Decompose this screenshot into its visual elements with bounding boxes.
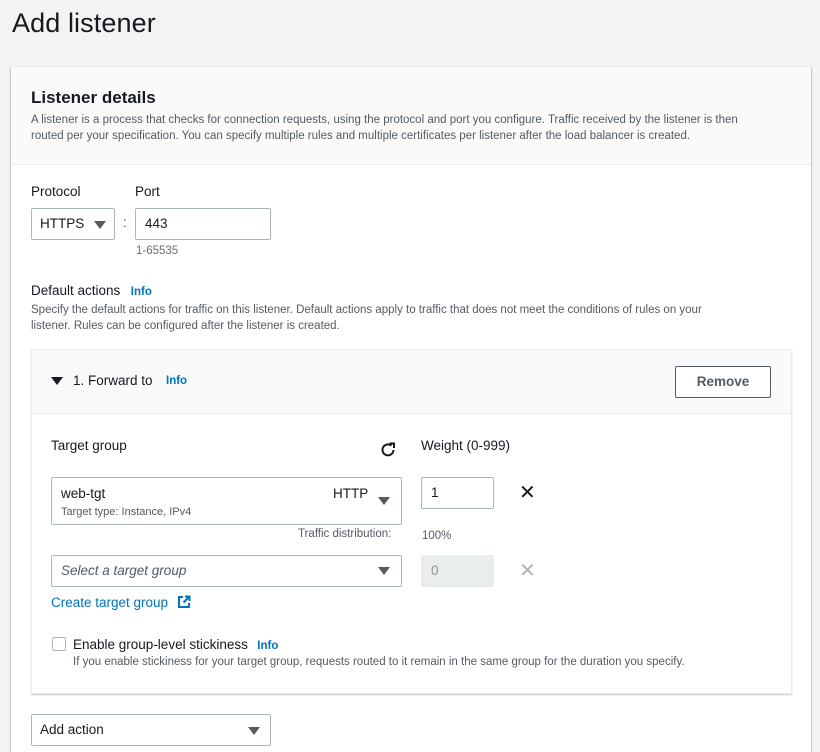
listener-details-container: Listener details A listener is a process… <box>11 66 811 752</box>
target-group-placeholder: Select a target group <box>61 563 187 578</box>
remove-target-icon-disabled: ✕ <box>519 560 536 582</box>
target-group-label: Target group <box>51 438 127 453</box>
target-group-select-2[interactable]: Select a target group <box>51 555 402 587</box>
stickiness-title: Enable group-level stickiness Info <box>73 637 279 652</box>
default-actions-description: Specify the default actions for traffic … <box>31 304 702 332</box>
traffic-distribution-label: Traffic distribution: <box>298 528 392 540</box>
add-action-select[interactable]: Add action <box>31 714 271 746</box>
create-target-group-link[interactable]: Create target group <box>51 594 191 612</box>
protocol-label: Protocol <box>31 184 81 199</box>
traffic-distribution-value: 100% <box>422 530 452 542</box>
forward-to-section: 1. Forward to Info Remove Target group W… <box>31 349 792 694</box>
stickiness-description: If you enable stickiness for your target… <box>73 656 685 668</box>
target-group-name: web-tgt <box>61 486 106 501</box>
forward-to-title: 1. Forward to <box>73 373 153 388</box>
remove-target-icon[interactable]: ✕ <box>519 483 536 503</box>
listener-details-heading: Listener details <box>31 88 156 107</box>
target-group-protocol: HTTP <box>333 486 369 501</box>
listener-details-header: Listener details A listener is a process… <box>11 67 811 165</box>
port-hint: 1-65535 <box>136 245 179 257</box>
weight-input-2: 0 <box>421 555 494 587</box>
caret-down-icon <box>378 567 390 575</box>
stickiness-checkbox[interactable] <box>52 637 66 651</box>
caret-down-icon <box>248 727 260 735</box>
port-label: Port <box>135 184 160 199</box>
weight-input-1[interactable]: 1 <box>421 477 494 509</box>
protocol-port-separator: : <box>123 215 127 230</box>
remove-button[interactable]: Remove <box>675 366 771 398</box>
port-input[interactable]: 443 <box>135 208 271 240</box>
default-actions-title: Default actions Info <box>31 283 152 298</box>
caret-down-icon <box>94 221 106 229</box>
forward-to-header[interactable]: 1. Forward to Info Remove <box>32 350 791 414</box>
expand-caret-icon[interactable] <box>51 377 63 385</box>
listener-details-description: A listener is a process that checks for … <box>31 114 738 142</box>
forward-to-info-link[interactable]: Info <box>166 375 187 387</box>
external-link-icon <box>177 595 191 608</box>
target-group-subtitle: Target type: Instance, IPv4 <box>61 506 192 518</box>
weight-label: Weight (0-999) <box>421 438 511 453</box>
target-group-select-1[interactable]: web-tgt HTTP Target type: Instance, IPv4 <box>51 477 402 525</box>
refresh-icon[interactable] <box>379 441 397 459</box>
stickiness-info-link[interactable]: Info <box>257 640 278 652</box>
default-actions-info-link[interactable]: Info <box>131 286 152 298</box>
caret-down-icon <box>378 497 390 505</box>
protocol-select[interactable]: HTTPS <box>31 208 115 240</box>
page-title: Add listener <box>12 8 156 38</box>
